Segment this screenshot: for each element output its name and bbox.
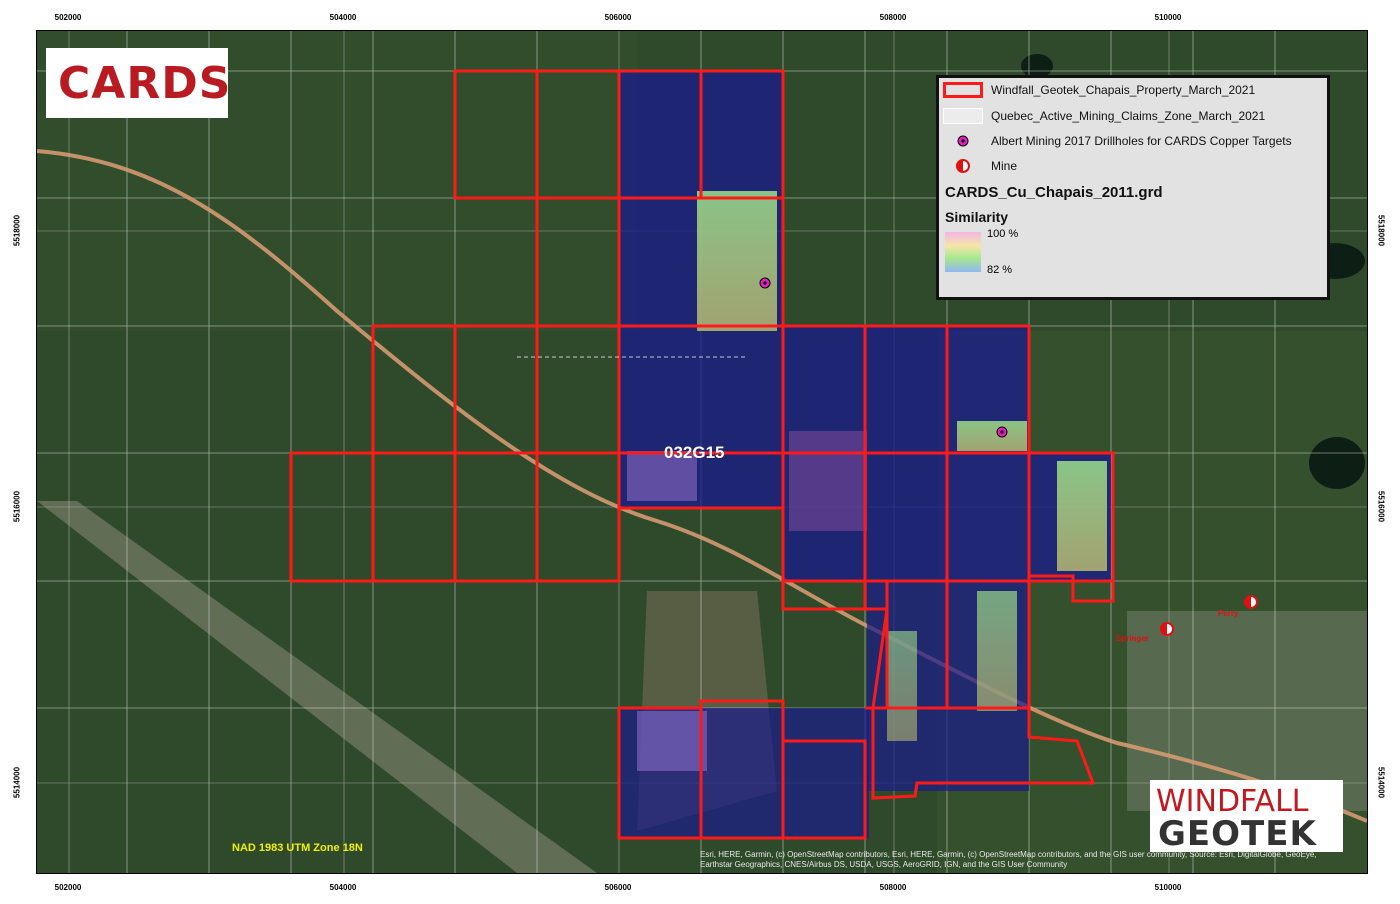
similarity-title: Similarity bbox=[945, 209, 1009, 225]
y-tick-left-5514000: 5514000 bbox=[12, 766, 22, 799]
basemap-credits: Esri, HERE, Garmin, (c) OpenStreetMap co… bbox=[700, 850, 1317, 869]
x-tick-bottom-506000: 506000 bbox=[604, 883, 632, 892]
similarity-anomaly bbox=[887, 631, 917, 741]
x-tick-bottom-502000: 502000 bbox=[54, 883, 82, 892]
y-tick-right-5516000: 5516000 bbox=[1376, 490, 1386, 523]
grid-title: CARDS_Cu_Chapais_2011.grd bbox=[945, 184, 1163, 201]
x-tick-506000: 506000 bbox=[604, 13, 632, 22]
legend-label: Albert Mining 2017 Drillholes for CARDS … bbox=[991, 134, 1292, 148]
similarity-anomaly bbox=[697, 191, 777, 331]
similarity-high-label: 100 % bbox=[987, 228, 1019, 240]
property-outline-swatch bbox=[943, 82, 983, 98]
x-tick-504000: 504000 bbox=[329, 13, 357, 22]
windfall-geotek-logo: WINDFALL GEOTEK bbox=[1150, 780, 1343, 854]
datum-label: NAD 1983 UTM Zone 18N bbox=[232, 842, 363, 854]
y-tick-left-5516000: 5516000 bbox=[12, 490, 22, 523]
legend-label: Mine bbox=[991, 159, 1018, 173]
similarity-anomaly bbox=[977, 591, 1017, 711]
similarity-color-ramp bbox=[945, 232, 981, 272]
claims-zone-swatch bbox=[943, 108, 983, 124]
x-tick-bottom-504000: 504000 bbox=[329, 883, 357, 892]
y-tick-right-5518000: 5518000 bbox=[1376, 214, 1386, 247]
similarity-low-label: 82 % bbox=[987, 264, 1013, 276]
x-tick-510000: 510000 bbox=[1154, 13, 1182, 22]
similarity-anomaly bbox=[1057, 461, 1107, 571]
drillhole-icon bbox=[957, 135, 969, 147]
nts-sheet-label: 032G15 bbox=[664, 443, 725, 462]
cards-logo: CARDS bbox=[46, 48, 232, 118]
x-tick-508000: 508000 bbox=[879, 13, 907, 22]
mine-icon bbox=[956, 159, 970, 173]
x-tick-bottom-508000: 508000 bbox=[879, 883, 907, 892]
x-tick-bottom-510000: 510000 bbox=[1154, 883, 1182, 892]
y-tick-left-5518000: 5518000 bbox=[12, 214, 22, 247]
legend-label: Windfall_Geotek_Chapais_Property_March_2… bbox=[991, 83, 1256, 97]
similarity-anomaly bbox=[957, 421, 1027, 451]
cards-logo-text: CARDS bbox=[58, 58, 232, 109]
lake bbox=[1309, 437, 1365, 489]
legend-label: Quebec_Active_Mining_Claims_Zone_March_2… bbox=[991, 109, 1266, 123]
map-legend: Windfall_Geotek_Chapais_Property_March_2… bbox=[936, 75, 1330, 300]
town-label-springer: Springer bbox=[1116, 634, 1149, 643]
y-tick-right-5514000: 5514000 bbox=[1376, 766, 1386, 799]
town-label-perry: Perry bbox=[1218, 609, 1239, 618]
x-tick-502000: 502000 bbox=[54, 13, 82, 22]
geotek-logo-text: GEOTEK bbox=[1158, 814, 1317, 854]
